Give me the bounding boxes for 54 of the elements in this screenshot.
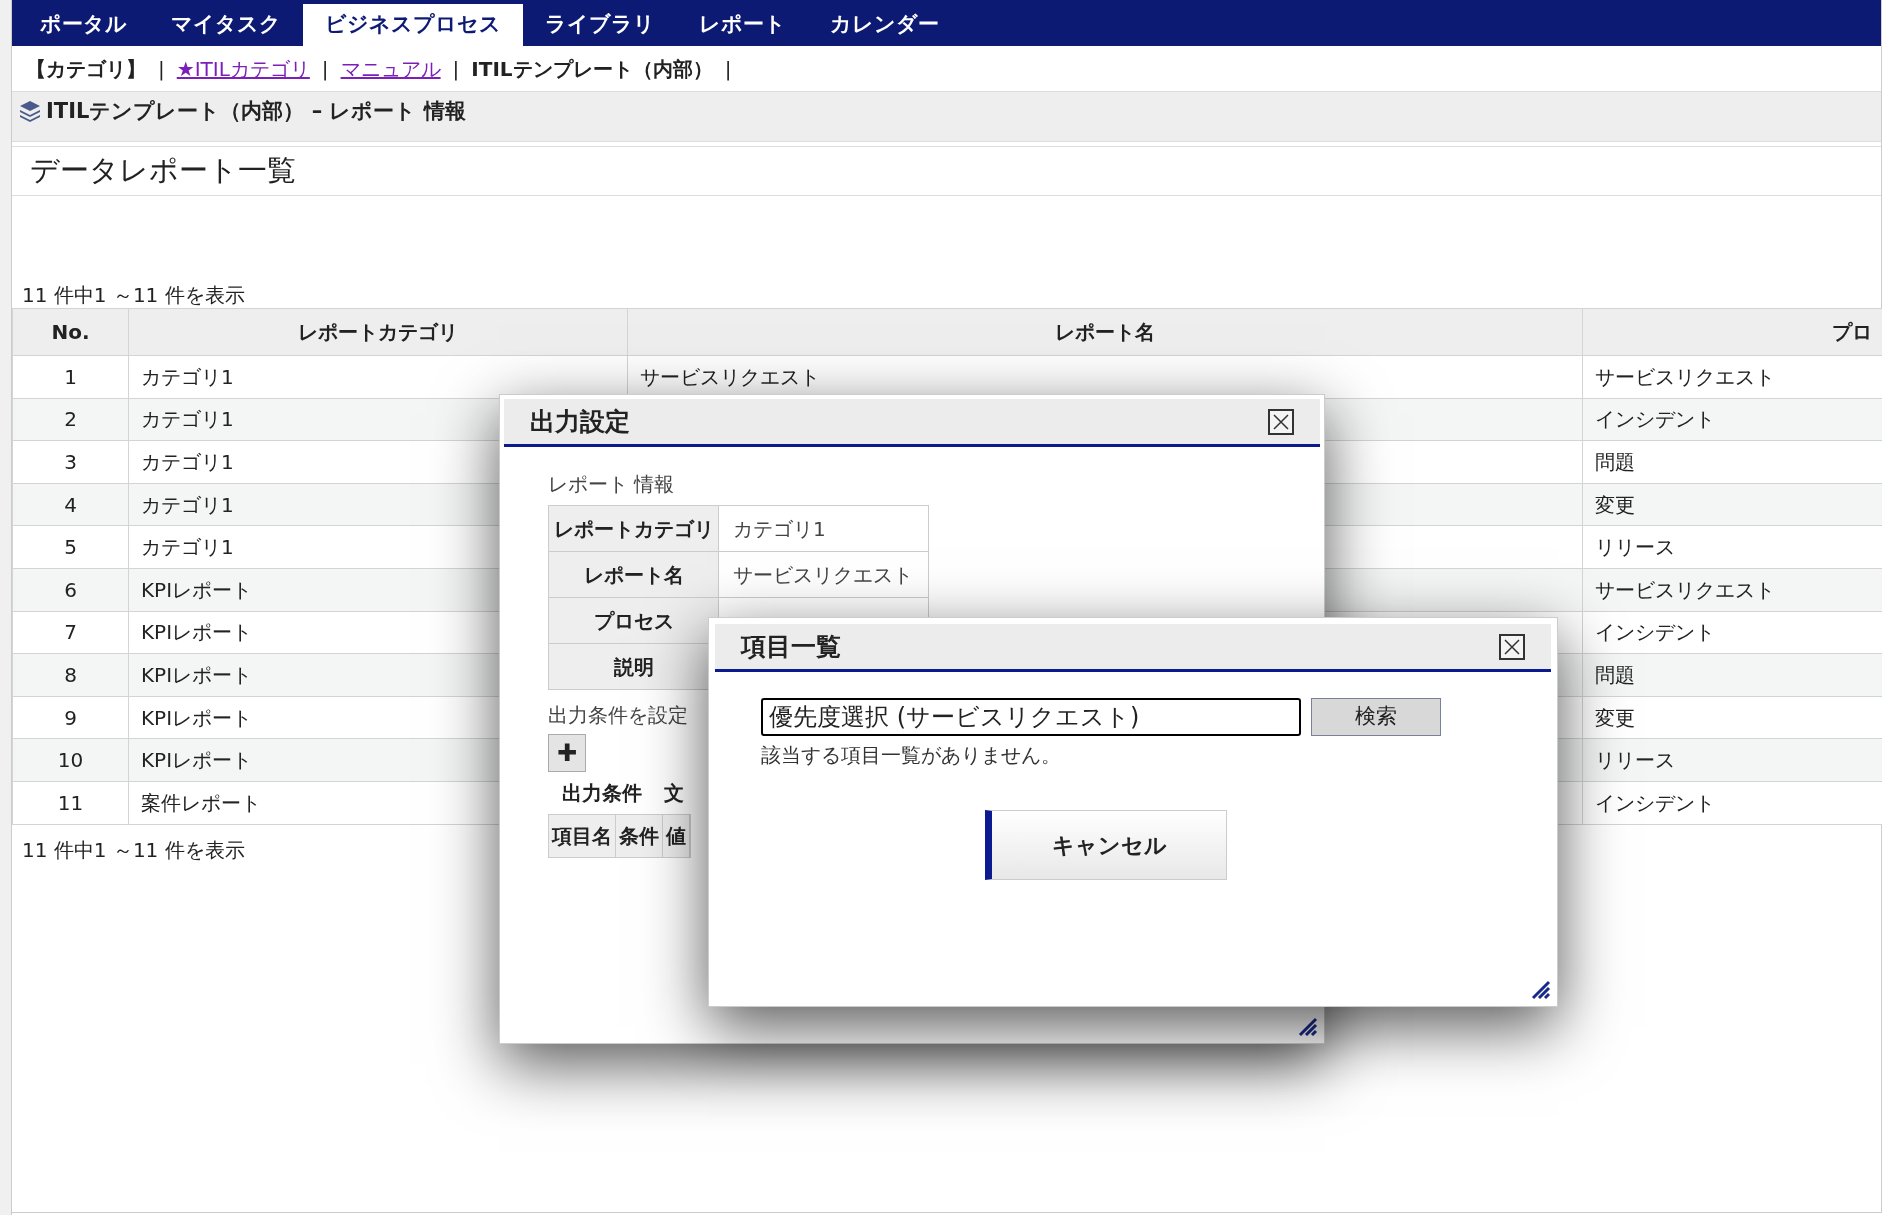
table-cell: 3 xyxy=(12,440,129,484)
column-heading: 文 xyxy=(664,780,684,807)
field-label: プロセス xyxy=(548,597,719,644)
resize-grip-icon[interactable] xyxy=(1529,978,1551,1000)
add-button[interactable]: ✚ xyxy=(548,734,586,772)
table-cell: 10 xyxy=(12,738,129,782)
field-label: レポートカテゴリ xyxy=(548,505,719,552)
category-label: 【カテゴリ】 xyxy=(26,55,146,83)
close-icon[interactable] xyxy=(1268,408,1294,435)
separator-text: | xyxy=(158,55,165,83)
column-heading: 値 xyxy=(663,815,690,857)
category-link[interactable]: ★ITILカテゴリ xyxy=(176,53,310,84)
category-link[interactable]: マニュアル xyxy=(340,53,441,84)
nav-tab[interactable]: マイタスク xyxy=(149,4,303,46)
result-count: 11 件中1 ～11 件を表示 xyxy=(22,286,245,304)
table-cell: 5 xyxy=(12,525,129,569)
search-button[interactable]: 検索 xyxy=(1311,698,1441,736)
result-count: 11 件中1 ～11 件を表示 xyxy=(22,836,245,864)
column-header: プロ xyxy=(1582,308,1882,356)
nav-tab[interactable]: ポータル xyxy=(18,4,149,46)
table-cell: 8 xyxy=(12,653,129,697)
table-cell: 6 xyxy=(12,568,129,612)
column-header: レポートカテゴリ xyxy=(128,308,628,356)
column-header: No. xyxy=(12,308,129,356)
table-cell: 4 xyxy=(12,483,129,526)
table-cell: 11 xyxy=(12,781,129,825)
column-heading: 項目名 xyxy=(549,815,616,857)
breadcrumb-text: ITILテンプレート（内部） – レポート 情報 xyxy=(46,98,466,125)
field-value: カテゴリ1 xyxy=(718,505,929,552)
field-value: サービスリクエスト xyxy=(718,551,929,598)
column-heading: 条件 xyxy=(616,815,663,857)
close-icon[interactable] xyxy=(1499,633,1525,660)
separator-text: | xyxy=(452,55,460,83)
nav-tab[interactable]: レポート xyxy=(677,4,808,46)
dialog-title: 項目一覧 xyxy=(741,630,841,663)
resize-grip-icon[interactable] xyxy=(1296,1015,1318,1037)
page-title: データレポート一覧 xyxy=(30,152,296,190)
table-cell: 2 xyxy=(12,398,129,441)
empty-message: 該当する項目一覧がありません。 xyxy=(761,742,1062,769)
nav-tab[interactable]: ライブラリ xyxy=(523,4,677,46)
search-field[interactable]: 優先度選択 (サービスリクエスト) xyxy=(761,698,1301,736)
table-cell: 1 xyxy=(12,355,129,399)
table-cell: 7 xyxy=(12,611,129,654)
column-header: レポート名 xyxy=(627,308,1583,356)
layers-icon xyxy=(18,99,42,123)
separator-text: | xyxy=(321,55,329,83)
separator-text: | xyxy=(724,55,732,83)
category-label: ITILテンプレート（内部） xyxy=(471,55,713,83)
nav-tab[interactable]: ビジネスプロセス xyxy=(303,4,523,46)
table-cell: 9 xyxy=(12,696,129,739)
cancel-button[interactable]: キャンセル xyxy=(985,810,1227,880)
field-label: レポート名 xyxy=(548,551,719,598)
nav-tab[interactable]: カレンダー xyxy=(808,4,961,46)
dialog-title: 出力設定 xyxy=(530,405,630,438)
